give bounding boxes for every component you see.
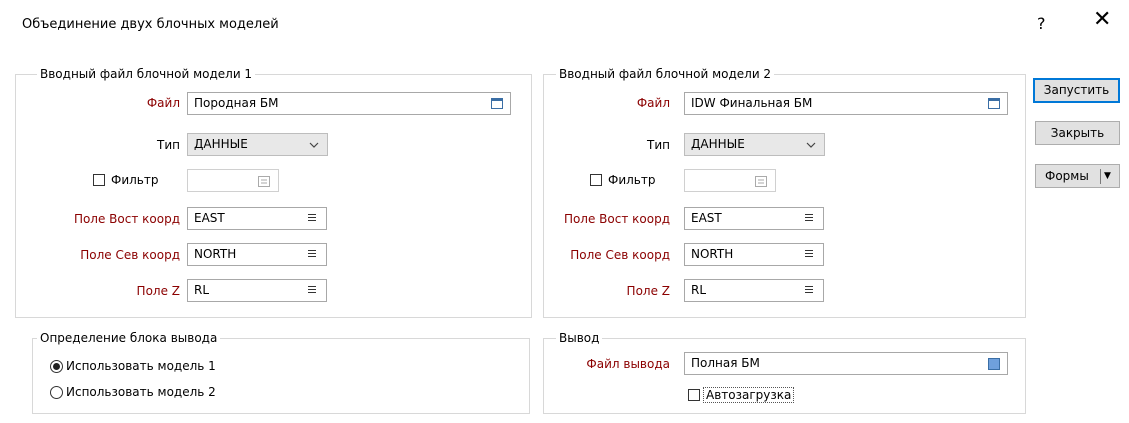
close-button[interactable]: Закрыть [1035,121,1120,145]
block-def-group [32,338,530,414]
input-group-2-legend: Вводный файл блочной модели 2 [556,67,775,81]
use-model-1-label[interactable]: Использовать модель 1 [66,359,216,373]
filter-label-2: Фильтр [608,173,656,187]
type-label-1: Тип [157,138,180,152]
file-field-1[interactable]: Породная БМ [187,92,511,115]
east-field-2-value: EAST [691,211,722,225]
north-field-2[interactable]: NORTH [684,243,824,266]
z-label-2: Поле Z [626,284,670,298]
close-icon[interactable]: ✕ [1093,9,1111,31]
file-browse-icon[interactable] [988,98,1000,109]
file-browse-icon[interactable] [988,358,1000,370]
east-label-1: Поле Вост коорд [73,212,180,226]
autoload-checkbox[interactable] [688,389,700,401]
dialog-title: Объединение двух блочных моделей [22,17,279,32]
dropdown-arrow-icon[interactable]: ▼ [1104,165,1111,187]
east-field-1[interactable]: EAST [187,207,327,230]
east-label-2: Поле Вост коорд [563,212,670,226]
north-field-1-value: NORTH [194,247,237,261]
autoload-label[interactable]: Автозагрузка [703,387,795,403]
use-model-1-radio[interactable] [50,360,63,373]
forms-button-label: Формы [1045,169,1089,183]
use-model-2-label[interactable]: Использовать модель 2 [66,385,216,399]
type-select-2[interactable]: ДАННЫЕ [684,133,825,156]
output-file-field[interactable]: Полная БМ [684,352,1008,375]
field-list-icon[interactable] [308,250,316,259]
filter-checkbox-2[interactable] [590,174,602,186]
file-field-2[interactable]: IDW Финальная БМ [684,92,1008,115]
close-button-label: Закрыть [1050,126,1105,140]
field-list-icon[interactable] [805,214,813,223]
z-field-2-value: RL [691,283,707,297]
output-file-field-value: Полная БМ [691,356,760,370]
field-list-icon[interactable] [755,176,767,187]
filter-field-1[interactable] [187,169,279,192]
filter-field-2[interactable] [684,169,776,192]
field-list-icon[interactable] [308,214,316,223]
forms-divider [1100,169,1101,184]
east-field-2[interactable]: EAST [684,207,824,230]
file-browse-icon[interactable] [491,98,503,109]
use-model-2-radio[interactable] [50,386,63,399]
file-field-1-value: Породная БМ [194,96,279,110]
field-list-icon[interactable] [805,250,813,259]
output-file-label: Файл вывода [586,357,670,371]
type-select-1-value: ДАННЫЕ [194,137,248,151]
run-button[interactable]: Запустить [1033,78,1120,103]
chevron-down-icon [309,142,319,148]
filter-checkbox-1[interactable] [93,174,105,186]
field-list-icon[interactable] [308,286,316,295]
z-label-1: Поле Z [136,284,180,298]
file-label-1: Файл [146,96,180,110]
type-label-2: Тип [647,138,670,152]
z-field-1-value: RL [194,283,210,297]
z-field-1[interactable]: RL [187,279,327,302]
field-list-icon[interactable] [805,286,813,295]
type-select-2-value: ДАННЫЕ [691,137,745,151]
help-icon[interactable]: ? [1037,14,1046,33]
block-def-legend: Определение блока вывода [37,331,221,345]
east-field-1-value: EAST [194,211,225,225]
forms-button[interactable]: Формы ▼ [1035,164,1120,188]
north-label-2: Поле Сев коорд [570,248,670,262]
file-field-2-value: IDW Финальная БМ [691,96,813,110]
north-field-2-value: NORTH [691,247,734,261]
output-legend: Вывод [556,331,603,345]
input-group-1-legend: Вводный файл блочной модели 1 [37,67,256,81]
radio-selected-dot [53,363,60,370]
north-field-1[interactable]: NORTH [187,243,327,266]
type-select-1[interactable]: ДАННЫЕ [187,133,328,156]
field-list-icon[interactable] [258,176,270,187]
z-field-2[interactable]: RL [684,279,824,302]
run-button-label: Запустить [1043,83,1110,97]
filter-label-1: Фильтр [111,173,159,187]
chevron-down-icon [806,142,816,148]
file-label-2: Файл [636,96,670,110]
north-label-1: Поле Сев коорд [80,248,180,262]
